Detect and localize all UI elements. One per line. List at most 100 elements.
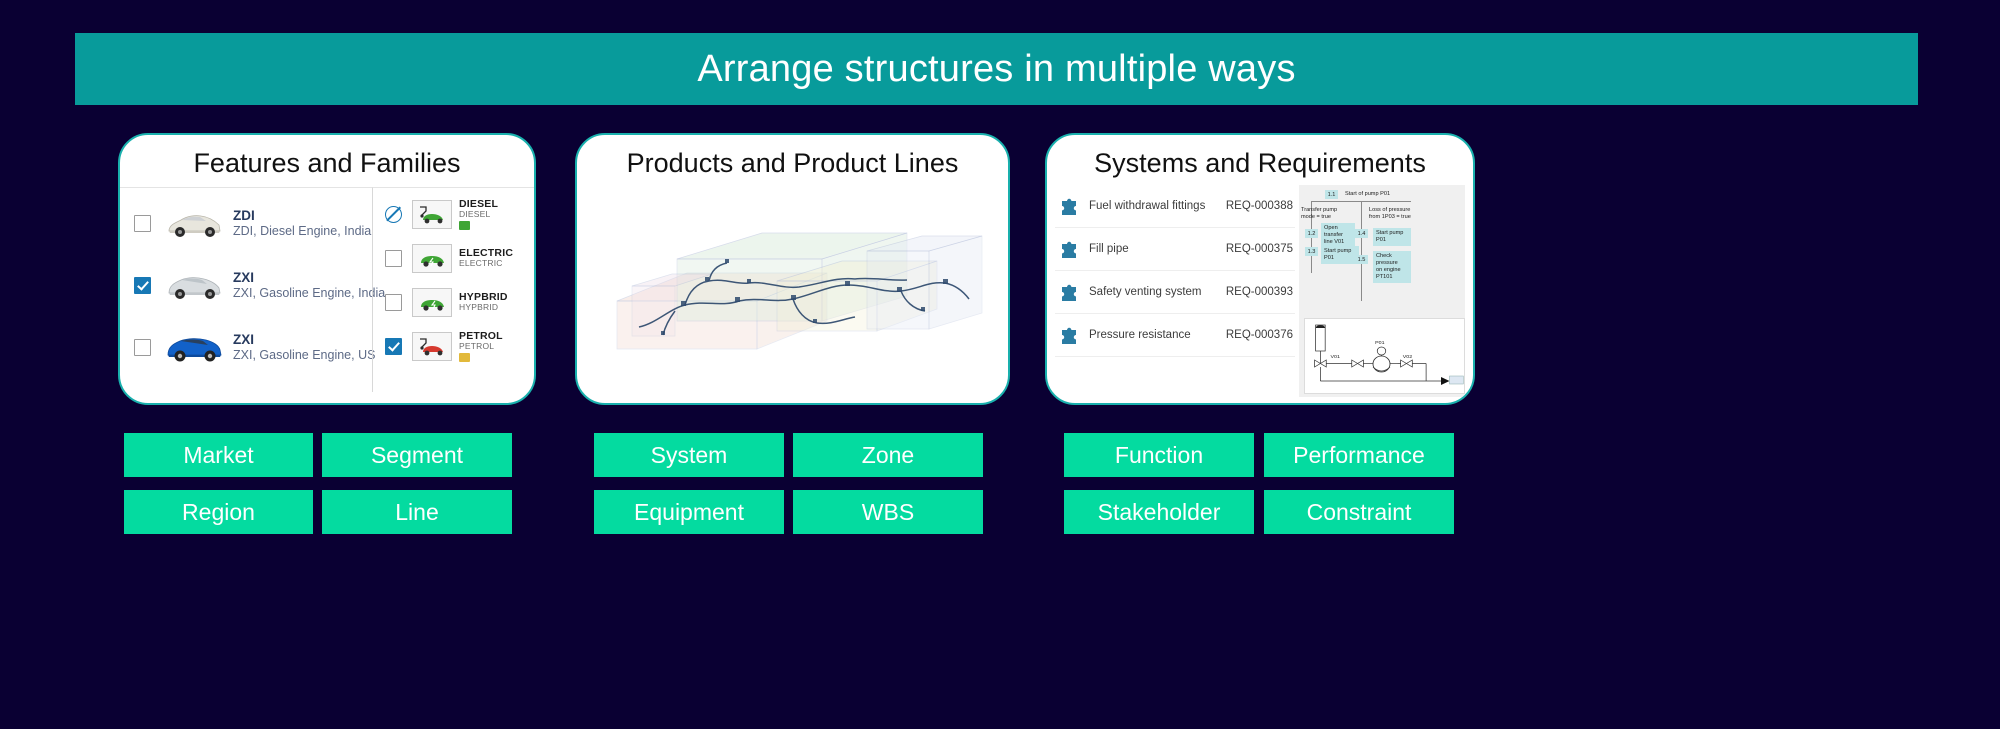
car-image-hatchback-silver <box>163 268 225 302</box>
requirement-id: REQ-000393 <box>1225 286 1293 298</box>
car-checkbox-zxi-us[interactable] <box>134 338 151 356</box>
flow-step-text: Start pump P01 <box>1373 228 1411 246</box>
puzzle-piece-icon <box>1059 239 1080 260</box>
button-region[interactable]: Region <box>124 490 313 534</box>
fuel-badge <box>459 220 470 230</box>
product-3d-wireframe-viewer[interactable] <box>577 181 1008 391</box>
car-image-suv-blue <box>163 330 225 364</box>
requirement-name: Fuel withdrawal fittings <box>1089 200 1206 212</box>
list-item[interactable]: ELECTRIC ELECTRIC <box>373 236 534 280</box>
flow-condition-right: Loss of pressure from 1P03 = true <box>1369 207 1411 220</box>
fuel-text-block: HYPBRID HYPBRID <box>459 291 508 313</box>
flow-step-number: 1.2 <box>1305 229 1318 238</box>
fuel-icon-electric <box>412 243 452 273</box>
fuel-icon-diesel <box>412 199 452 229</box>
svg-text:V02: V02 <box>1403 354 1413 360</box>
car-name: ZXI <box>233 332 255 348</box>
pid-schematic: V01 P01 V02 <box>1304 318 1466 394</box>
cards-row: Features and Families ZDI ZDI, Diesel En… <box>0 133 2000 408</box>
requirement-name: Safety venting system <box>1089 286 1202 298</box>
card-2-title: Products and Product Lines <box>626 148 959 178</box>
button-function[interactable]: Function <box>1064 433 1254 477</box>
button-performance[interactable]: Performance <box>1264 433 1454 477</box>
car-text-block: ZXI ZXI, Gasoline Engine, US <box>233 332 375 361</box>
list-item[interactable]: ZDI ZDI, Diesel Engine, India <box>120 192 372 254</box>
card-products-and-product-lines: Products and Product Lines <box>575 133 1010 405</box>
flow-step-number: 1.3 <box>1305 247 1318 256</box>
list-item[interactable]: DIESEL DIESEL <box>373 192 534 236</box>
puzzle-piece-icon <box>1059 196 1080 217</box>
flow-head-label: Start of pump P01 <box>1345 191 1391 197</box>
puzzle-piece-icon <box>1059 325 1080 346</box>
features-body: ZDI ZDI, Diesel Engine, India ZXI ZXI, G… <box>120 187 534 392</box>
svg-text:P01: P01 <box>1375 340 1385 346</box>
list-item[interactable]: HYPBRID HYPBRID <box>373 280 534 324</box>
button-stakeholder[interactable]: Stakeholder <box>1064 490 1254 534</box>
title-banner: Arrange structures in multiple ways <box>75 33 1918 105</box>
fuel-badge <box>459 352 470 362</box>
table-row[interactable]: Fuel withdrawal fittings REQ-000388 <box>1055 185 1295 228</box>
puzzle-piece-icon <box>1059 282 1080 303</box>
button-segment[interactable]: Segment <box>322 433 512 477</box>
car-checkbox-zxi-india[interactable] <box>134 276 151 294</box>
requirement-id: REQ-000388 <box>1225 200 1293 212</box>
button-wbs[interactable]: WBS <box>793 490 983 534</box>
table-row[interactable]: Fill pipe REQ-000375 <box>1055 228 1295 271</box>
excluded-icon[interactable] <box>385 205 402 223</box>
list-item[interactable]: ZXI ZXI, Gasoline Engine, US <box>120 316 375 378</box>
page-title: Arrange structures in multiple ways <box>697 47 1296 90</box>
flow-step-number: 1.4 <box>1355 229 1368 238</box>
car-variant-list: ZDI ZDI, Diesel Engine, India ZXI ZXI, G… <box>120 187 385 392</box>
card-features-and-families: Features and Families ZDI ZDI, Diesel En… <box>118 133 536 405</box>
svg-text:V01: V01 <box>1330 354 1340 360</box>
list-item[interactable]: PETROL PETROL <box>373 324 534 368</box>
fuel-subtitle: HYPBRID <box>459 302 499 313</box>
fuel-checkbox-petrol[interactable] <box>385 337 402 355</box>
list-item[interactable]: ZXI ZXI, Gasoline Engine, India <box>120 254 385 316</box>
flow-step-text: Start pump P01 <box>1321 246 1359 264</box>
fuel-text-block: DIESEL DIESEL <box>459 198 498 230</box>
fuel-icon-hypbrid <box>412 287 452 317</box>
car-image-sedan-white <box>163 206 225 240</box>
flow-step-text: Check pressure on engine PT101 <box>1373 251 1411 283</box>
car-name: ZDI <box>233 208 255 224</box>
process-flow-diagram[interactable]: 1.1 Start of pump P01 Transfer pump mode… <box>1299 185 1466 397</box>
car-checkbox-zdi[interactable] <box>134 214 151 232</box>
flow-step-number: 1.5 <box>1355 255 1368 264</box>
flow-step-number: 1.1 <box>1325 190 1338 199</box>
fuel-type-list: DIESEL DIESEL ELECTRIC ELECTRIC HYPBRID … <box>372 187 534 392</box>
requirement-name: Fill pipe <box>1089 243 1129 255</box>
fuel-subtitle: ELECTRIC <box>459 258 503 269</box>
fuel-text-block: ELECTRIC ELECTRIC <box>459 247 513 269</box>
car-description: ZDI, Diesel Engine, India <box>233 223 372 238</box>
table-row[interactable]: Safety venting system REQ-000393 <box>1055 271 1295 314</box>
car-name: ZXI <box>233 270 255 286</box>
button-constraint[interactable]: Constraint <box>1264 490 1454 534</box>
requirement-id: REQ-000375 <box>1225 243 1293 255</box>
car-text-block: ZXI ZXI, Gasoline Engine, India <box>233 270 385 299</box>
fuel-text-block: PETROL PETROL <box>459 330 503 362</box>
fuel-checkbox-electric[interactable] <box>385 249 402 267</box>
table-row[interactable]: Pressure resistance REQ-000376 <box>1055 314 1295 357</box>
button-zone[interactable]: Zone <box>793 433 983 477</box>
fuel-subtitle: DIESEL <box>459 209 491 220</box>
fuel-checkbox-hypbrid[interactable] <box>385 293 402 311</box>
flow-connector <box>1361 201 1362 301</box>
card-3-title: Systems and Requirements <box>1094 148 1426 178</box>
button-line[interactable]: Line <box>322 490 512 534</box>
card-1-title: Features and Families <box>193 148 461 178</box>
button-system[interactable]: System <box>594 433 784 477</box>
button-equipment[interactable]: Equipment <box>594 490 784 534</box>
flow-condition-left: Transfer pump mode = true <box>1301 207 1338 220</box>
requirements-table: Fuel withdrawal fittings REQ-000388 Fill… <box>1055 185 1295 397</box>
car-text-block: ZDI ZDI, Diesel Engine, India <box>233 208 371 237</box>
car-description: ZXI, Gasoline Engine, India <box>233 285 386 300</box>
card-systems-and-requirements: Systems and Requirements Fuel withdrawal… <box>1045 133 1475 405</box>
fuel-icon-petrol <box>412 331 452 361</box>
requirement-name: Pressure resistance <box>1089 329 1191 341</box>
requirements-body: Fuel withdrawal fittings REQ-000388 Fill… <box>1047 185 1473 397</box>
fuel-subtitle: PETROL <box>459 341 495 352</box>
requirement-id: REQ-000376 <box>1225 329 1293 341</box>
car-description: ZXI, Gasoline Engine, US <box>233 347 376 362</box>
button-market[interactable]: Market <box>124 433 313 477</box>
